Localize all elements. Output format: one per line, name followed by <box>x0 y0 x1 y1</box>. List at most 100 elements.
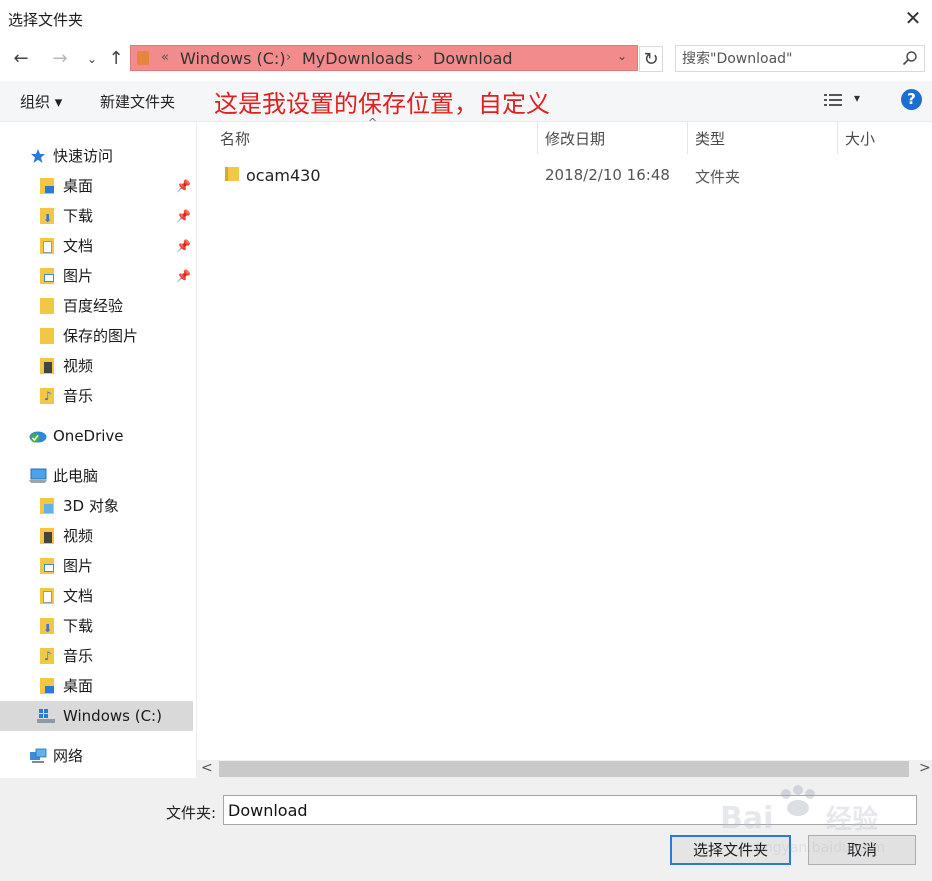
pin-icon[interactable]: 📌 <box>176 261 191 291</box>
sidebar-item-saved-pictures[interactable]: 保存的图片 <box>0 321 195 351</box>
file-name: ocam430 <box>246 166 321 185</box>
file-modified-date: 2018/2/10 16:48 <box>545 166 670 184</box>
sidebar-item-videos[interactable]: 视频 <box>0 521 195 551</box>
onedrive-icon <box>29 431 47 443</box>
sidebar-item-baidu-jingyan[interactable]: 百度经验 <box>0 291 195 321</box>
sidebar-item-label: 下载 <box>63 617 94 635</box>
window-title: 选择文件夹 <box>8 11 84 29</box>
sidebar-item-documents[interactable]: 文档 <box>0 581 195 611</box>
navigation-pane: 快速访问 桌面 📌 ⬇ 下载 📌 文档 📌 图片 📌 百度经验 保存的图片 视频… <box>0 122 197 778</box>
recent-locations-button[interactable]: ⌄ <box>79 46 105 72</box>
folder-icon <box>40 298 54 314</box>
drive-icon <box>37 709 55 723</box>
baidu-watermark-logo: Bai 经验 jingyan.baidu.com <box>720 785 885 856</box>
chevron-right-icon[interactable]: › <box>286 50 291 65</box>
sidebar-item-desktop[interactable]: 桌面 📌 <box>0 171 195 201</box>
sidebar-item-label: 音乐 <box>63 387 94 405</box>
help-button[interactable]: ? <box>901 89 922 110</box>
sidebar-item-pictures[interactable]: 图片 <box>0 551 195 581</box>
file-type: 文件夹 <box>695 168 741 186</box>
column-header-name[interactable]: 名称 <box>220 128 250 149</box>
back-button[interactable]: ← <box>8 46 34 72</box>
sidebar-item-videos[interactable]: 视频 <box>0 351 195 381</box>
sidebar-item-label: 文档 <box>63 237 94 255</box>
sidebar-item-network[interactable]: 网络 <box>0 741 195 771</box>
refresh-button[interactable]: ↻ <box>639 46 663 72</box>
column-divider[interactable] <box>837 122 838 154</box>
column-divider[interactable] <box>537 122 538 154</box>
folder-label: 文件夹: <box>166 804 217 822</box>
sidebar-item-label: 快速访问 <box>53 147 114 165</box>
breadcrumb-windows-c[interactable]: Windows (C:) <box>180 49 286 68</box>
search-input[interactable] <box>682 49 892 69</box>
documents-folder-icon <box>40 238 54 254</box>
folder-icon <box>225 167 239 181</box>
svg-text:Bai: Bai <box>720 801 773 836</box>
column-header-type[interactable]: 类型 <box>695 128 725 149</box>
sidebar-item-label: 音乐 <box>63 647 94 665</box>
sidebar-item-quick-access[interactable]: 快速访问 <box>0 141 195 171</box>
column-header-modified[interactable]: 修改日期 <box>545 128 605 149</box>
toolbar: 组织 ▾ 新建文件夹 这是我设置的保存位置，自定义 ▾ ? <box>0 81 932 122</box>
sidebar-item-pictures[interactable]: 图片 📌 <box>0 261 195 291</box>
sidebar-item-label: Windows (C:) <box>63 707 162 725</box>
search-icon[interactable] <box>902 50 918 66</box>
documents-folder-icon <box>40 588 54 604</box>
sidebar-item-windows-c[interactable]: Windows (C:) <box>0 701 193 731</box>
sidebar-item-3d-objects[interactable]: 3D 对象 <box>0 491 195 521</box>
breadcrumb-download[interactable]: Download <box>433 49 513 68</box>
pictures-folder-icon <box>40 558 54 574</box>
folder-icon <box>40 328 54 344</box>
sidebar-item-label: 3D 对象 <box>63 497 119 515</box>
pin-icon[interactable]: 📌 <box>176 231 191 261</box>
sidebar-item-music[interactable]: ♪ 音乐 <box>0 381 195 411</box>
sidebar-item-music[interactable]: ♪ 音乐 <box>0 641 195 671</box>
breadcrumb-overflow[interactable]: « <box>161 50 169 65</box>
pin-icon[interactable]: 📌 <box>176 201 191 231</box>
sidebar-item-label: 保存的图片 <box>63 327 139 345</box>
sidebar-item-label: 视频 <box>63 527 94 545</box>
details-view-icon <box>824 94 842 106</box>
sidebar-item-onedrive[interactable]: OneDrive <box>0 421 195 451</box>
videos-folder-icon <box>40 358 54 374</box>
column-divider[interactable] <box>687 122 688 154</box>
computer-icon <box>29 468 47 483</box>
sidebar-item-downloads[interactable]: ⬇ 下载 📌 <box>0 201 195 231</box>
annotation-text: 这是我设置的保存位置，自定义 <box>214 90 550 118</box>
sidebar-item-label: 文档 <box>63 587 94 605</box>
sort-ascending-icon: ^ <box>368 116 378 129</box>
sidebar-item-desktop[interactable]: 桌面 <box>0 671 195 701</box>
sidebar-item-documents[interactable]: 文档 📌 <box>0 231 195 261</box>
sidebar-item-this-pc[interactable]: 此电脑 <box>0 461 195 491</box>
title-bar: 选择文件夹 ✕ <box>0 0 932 36</box>
column-header-size[interactable]: 大小 <box>845 128 875 149</box>
folder-icon <box>137 51 149 65</box>
pictures-folder-icon <box>40 268 54 284</box>
scrollbar-thumb[interactable] <box>219 761 909 777</box>
up-button[interactable]: ↑ <box>103 46 129 72</box>
chevron-down-icon[interactable]: ⌄ <box>617 49 627 63</box>
forward-button[interactable]: → <box>47 46 73 72</box>
downloads-folder-icon: ⬇ <box>40 618 54 634</box>
svg-text:经验: 经验 <box>826 804 878 835</box>
sidebar-item-label: 桌面 <box>63 677 94 695</box>
horizontal-scrollbar[interactable]: < > <box>197 760 932 778</box>
scroll-right-arrow[interactable]: > <box>919 760 931 776</box>
chevron-right-icon[interactable]: › <box>417 50 422 65</box>
svg-text:jingyan.baidu.com: jingyan.baidu.com <box>755 840 885 856</box>
organize-button[interactable]: 组织 ▾ <box>20 91 62 112</box>
star-icon <box>31 149 45 163</box>
new-folder-button[interactable]: 新建文件夹 <box>100 91 175 112</box>
breadcrumb-mydownloads[interactable]: MyDownloads <box>302 49 413 68</box>
desktop-folder-icon <box>40 178 54 194</box>
search-box[interactable] <box>675 45 925 72</box>
pin-icon[interactable]: 📌 <box>176 171 191 201</box>
scroll-left-arrow[interactable]: < <box>201 760 213 776</box>
sidebar-item-label: 百度经验 <box>63 297 124 315</box>
close-button[interactable]: ✕ <box>898 4 928 32</box>
file-row[interactable]: ocam430 2018/2/10 16:48 文件夹 <box>216 162 916 188</box>
view-options-button[interactable]: ▾ <box>822 91 867 111</box>
address-bar[interactable]: « Windows (C:) › MyDownloads › Download … <box>130 45 638 71</box>
sidebar-item-downloads[interactable]: ⬇ 下载 <box>0 611 195 641</box>
sidebar-item-label: 网络 <box>53 747 84 765</box>
